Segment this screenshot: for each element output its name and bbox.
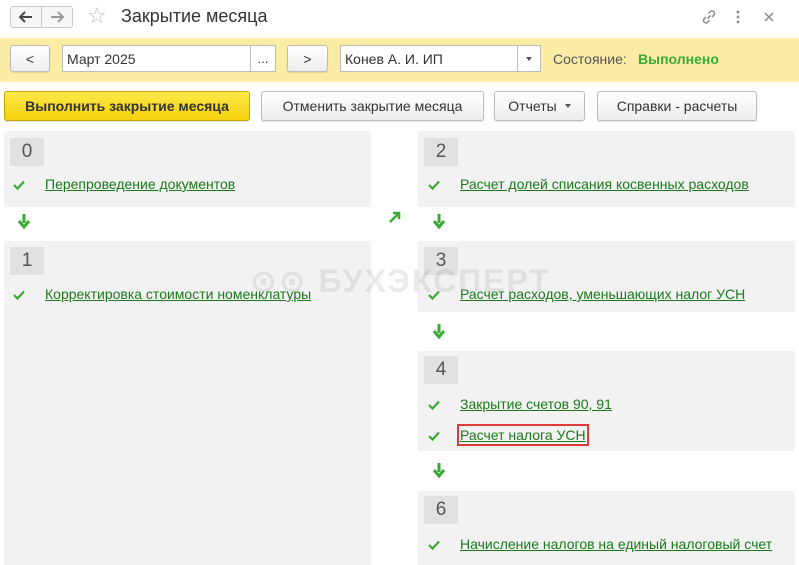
chevron-down-icon <box>564 104 571 108</box>
step-link-usn-tax[interactable]: Расчет налога УСН <box>457 424 589 446</box>
period-select-button[interactable]: ... <box>250 45 276 72</box>
forward-button[interactable] <box>41 6 73 28</box>
cancel-month-close-button[interactable]: Отменить закрытие месяца <box>261 91 484 121</box>
page-title: Закрытие месяца <box>121 6 268 26</box>
back-arrow-icon <box>19 11 32 23</box>
link-icon[interactable] <box>699 7 719 27</box>
step-number: 6 <box>424 496 458 524</box>
step-panel-4: 4 Закрытие счетов 90, 91 Расчет налога У… <box>418 351 795 451</box>
next-period-button[interactable]: > <box>287 45 328 72</box>
arrow-up-right-icon <box>389 211 401 223</box>
step-link-unified-tax-account[interactable]: Начисление налогов на единый налоговый с… <box>460 536 772 552</box>
check-icon <box>13 290 25 301</box>
step-panel-6: 6 Начисление налогов на единый налоговый… <box>418 491 795 565</box>
check-icon <box>428 180 440 191</box>
more-icon[interactable] <box>728 7 748 27</box>
step-panel-0: 0 Перепроведение документов <box>4 131 371 207</box>
step-number: 2 <box>424 138 458 166</box>
back-button[interactable] <box>10 6 42 28</box>
period-field[interactable]: Март 2025 <box>62 45 251 72</box>
run-month-close-button[interactable]: Выполнить закрытие месяца <box>4 91 250 121</box>
check-icon <box>428 400 440 411</box>
state-value: Выполнено <box>638 51 719 67</box>
step-link-close-accounts[interactable]: Закрытие счетов 90, 91 <box>460 396 612 412</box>
check-icon <box>428 431 440 442</box>
references-button[interactable]: Справки - расчеты <box>597 91 757 121</box>
step-number: 0 <box>10 138 44 166</box>
reports-button[interactable]: Отчеты <box>494 91 585 121</box>
arrow-down-icon <box>432 324 446 339</box>
step-link-reposting[interactable]: Перепроведение документов <box>45 176 235 192</box>
reports-button-label: Отчеты <box>508 98 557 114</box>
step-link-indirect-costs[interactable]: Расчет долей списания косвенных расходов <box>460 176 749 192</box>
forward-arrow-icon <box>51 11 64 23</box>
arrow-down-icon <box>432 463 446 478</box>
window-titlebar: ☆ Закрытие месяца <box>0 0 799 34</box>
watermark: ⊙⊙ БУХЭКСПЕРТ <box>250 262 551 300</box>
arrow-down-icon <box>17 214 31 229</box>
step-number: 1 <box>10 247 44 275</box>
organization-dropdown-button[interactable] <box>517 45 541 72</box>
chevron-down-icon <box>526 56 532 61</box>
state-label: Состояние: <box>553 51 627 67</box>
step-number: 4 <box>424 356 458 384</box>
organization-field[interactable]: Конев А. И. ИП <box>340 45 518 72</box>
check-icon <box>13 180 25 191</box>
watermark-text: БУХЭКСПЕРТ <box>318 263 551 299</box>
watermark-logo-icon: ⊙⊙ <box>250 263 319 299</box>
close-icon[interactable] <box>759 7 779 27</box>
prev-period-button[interactable]: < <box>10 45 50 72</box>
check-icon <box>428 540 440 551</box>
arrow-down-icon <box>432 214 446 229</box>
step-panel-2: 2 Расчет долей списания косвенных расход… <box>418 131 795 207</box>
star-icon[interactable]: ☆ <box>87 4 107 28</box>
